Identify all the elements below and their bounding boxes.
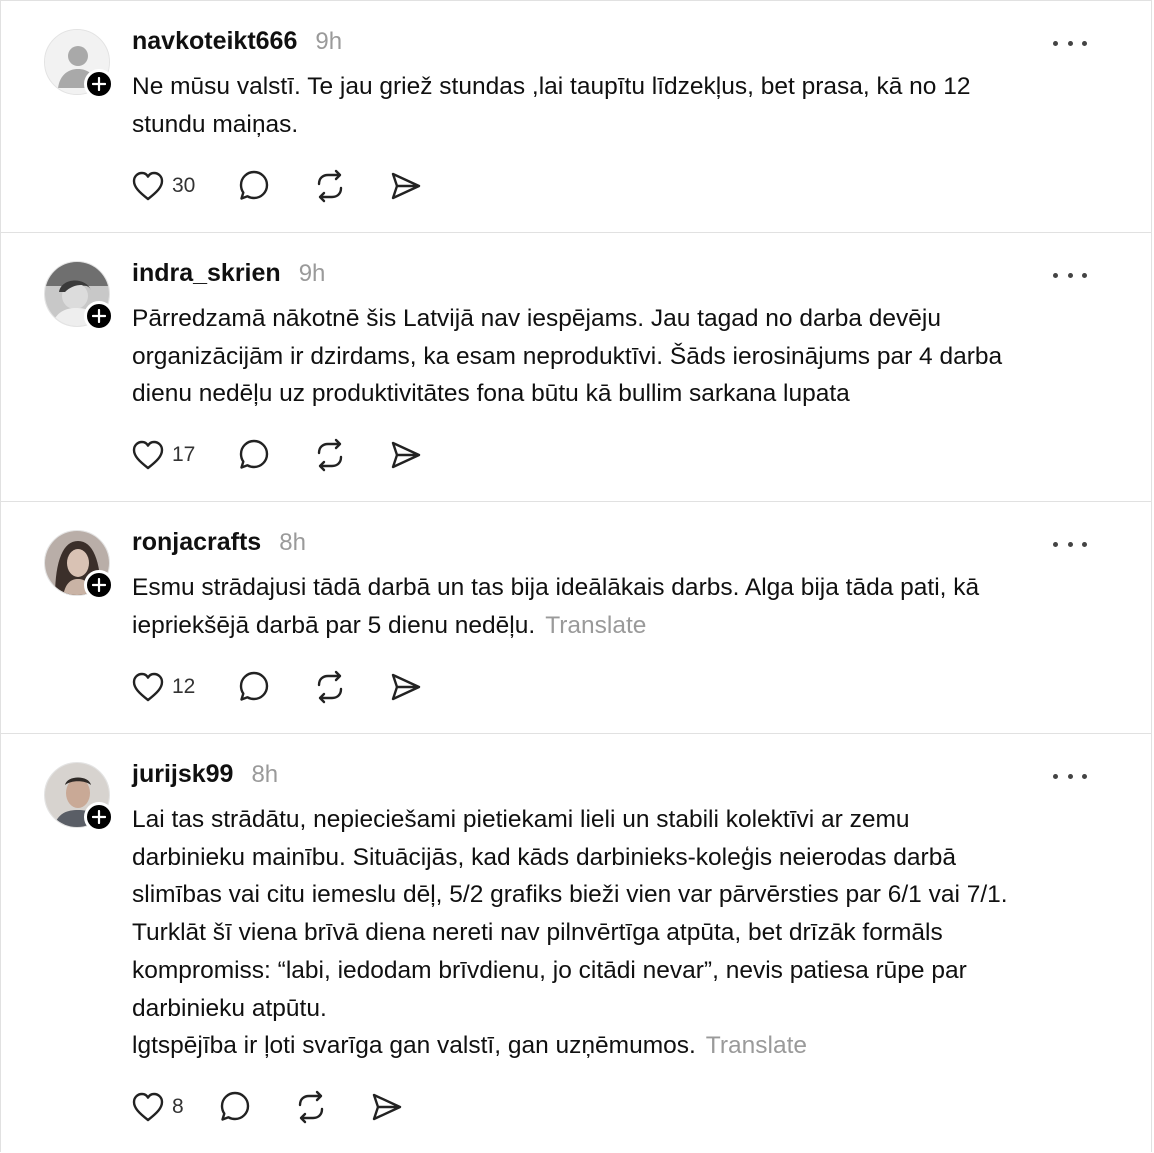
comment-icon — [220, 1091, 249, 1121]
reply-button[interactable] — [237, 438, 271, 472]
plus-icon — [92, 810, 106, 824]
post-text-content: Lai tas strādātu, nepieciešami pietiekam… — [132, 806, 1008, 1060]
share-button[interactable] — [389, 438, 423, 472]
dot — [1082, 773, 1087, 779]
comment-icon — [240, 671, 269, 701]
more-dots-icon — [1053, 773, 1058, 779]
plus-icon — [92, 309, 106, 323]
more-options-button[interactable] — [1053, 532, 1087, 556]
follow-button[interactable] — [84, 69, 114, 99]
post-text: Pārredzamā nākotnē šis Latvijā nav iespē… — [132, 300, 1091, 413]
heart-icon — [132, 171, 164, 201]
like-button[interactable]: 12 — [131, 671, 195, 703]
repost-icon — [318, 670, 343, 704]
follow-button[interactable] — [84, 802, 114, 832]
like-count: 17 — [172, 443, 196, 466]
post: navkoteikt666 9h Ne mūsu valstī. Te jau … — [1, 0, 1151, 233]
post: ronjacrafts 8h Esmu strādajusi tādā darb… — [1, 501, 1151, 734]
post: jurijsk99 8h Lai tas strādātu, nepiecieš… — [1, 733, 1151, 1153]
like-count: 8 — [172, 1095, 184, 1118]
send-icon — [372, 1093, 401, 1121]
share-button[interactable] — [370, 1090, 404, 1124]
repost-icon — [318, 169, 343, 203]
heart-icon — [132, 1092, 164, 1122]
action-bar: 8 — [131, 1089, 446, 1125]
username[interactable]: jurijsk99 — [132, 760, 233, 789]
avatar[interactable] — [44, 762, 114, 832]
post-text: Ne mūsu valstī. Te jau griež stundas ,la… — [132, 68, 1091, 143]
more-dots-icon — [1053, 40, 1058, 46]
plus-icon — [92, 578, 106, 592]
post-text: Esmu strādajusi tādā darbā un tas bija i… — [132, 569, 1091, 644]
translate-link[interactable]: Translate — [706, 1032, 807, 1059]
post-time[interactable]: 8h — [279, 529, 306, 557]
action-bar: 12 — [131, 669, 465, 705]
reply-button[interactable] — [218, 1090, 252, 1124]
send-icon — [392, 441, 421, 469]
like-button[interactable]: 8 — [131, 1091, 184, 1123]
repost-button[interactable] — [313, 169, 347, 203]
dot — [1082, 272, 1087, 278]
post-header: indra_skrien 9h — [132, 259, 325, 293]
repost-button[interactable] — [313, 438, 347, 472]
username[interactable]: ronjacrafts — [132, 528, 261, 557]
username[interactable]: indra_skrien — [132, 259, 281, 288]
avatar[interactable] — [44, 29, 114, 99]
username[interactable]: navkoteikt666 — [132, 27, 297, 56]
reply-button[interactable] — [237, 670, 271, 704]
dot — [1067, 40, 1073, 46]
like-button[interactable]: 30 — [131, 170, 195, 202]
send-icon — [392, 673, 421, 701]
dot — [1067, 773, 1073, 779]
post-text-content: Ne mūsu valstī. Te jau griež stundas ,la… — [132, 73, 971, 138]
more-options-button[interactable] — [1053, 764, 1087, 788]
repost-button[interactable] — [294, 1090, 328, 1124]
heart-icon — [132, 672, 164, 702]
more-dots-icon — [1053, 272, 1058, 278]
avatar[interactable] — [44, 261, 114, 331]
like-count: 12 — [172, 675, 196, 698]
post-header: jurijsk99 8h — [132, 760, 278, 794]
reply-button[interactable] — [237, 169, 271, 203]
repost-button[interactable] — [313, 670, 347, 704]
heart-icon — [132, 440, 164, 470]
send-icon — [392, 172, 421, 200]
post-text-content: Pārredzamā nākotnē šis Latvijā nav iespē… — [132, 305, 1003, 408]
share-button[interactable] — [389, 169, 423, 203]
translate-link[interactable]: Translate — [545, 612, 646, 639]
more-options-button[interactable] — [1053, 263, 1087, 287]
dot — [1082, 541, 1087, 547]
action-bar: 30 — [131, 168, 465, 204]
like-count: 30 — [172, 174, 196, 197]
post-text: Lai tas strādātu, nepieciešami pietiekam… — [132, 801, 1091, 1065]
post-time[interactable]: 9h — [299, 260, 326, 288]
avatar[interactable] — [44, 530, 114, 600]
share-button[interactable] — [389, 670, 423, 704]
post: indra_skrien 9h Pārredzamā nākotnē šis L… — [1, 232, 1151, 502]
repost-icon — [318, 438, 343, 472]
dot — [1082, 40, 1087, 46]
repost-icon — [298, 1090, 323, 1124]
plus-icon — [92, 77, 106, 91]
feed: navkoteikt666 9h Ne mūsu valstī. Te jau … — [0, 0, 1152, 1152]
comment-icon — [240, 439, 269, 469]
dot — [1067, 541, 1073, 547]
follow-button[interactable] — [84, 301, 114, 331]
follow-button[interactable] — [84, 570, 114, 600]
more-options-button[interactable] — [1053, 31, 1087, 55]
dot — [1067, 272, 1073, 278]
comment-icon — [240, 170, 269, 200]
post-time[interactable]: 9h — [315, 28, 342, 56]
like-button[interactable]: 17 — [131, 439, 195, 471]
post-header: navkoteikt666 9h — [132, 27, 342, 61]
more-dots-icon — [1053, 541, 1058, 547]
action-bar: 17 — [131, 437, 465, 473]
post-time[interactable]: 8h — [251, 761, 278, 789]
post-header: ronjacrafts 8h — [132, 528, 306, 562]
